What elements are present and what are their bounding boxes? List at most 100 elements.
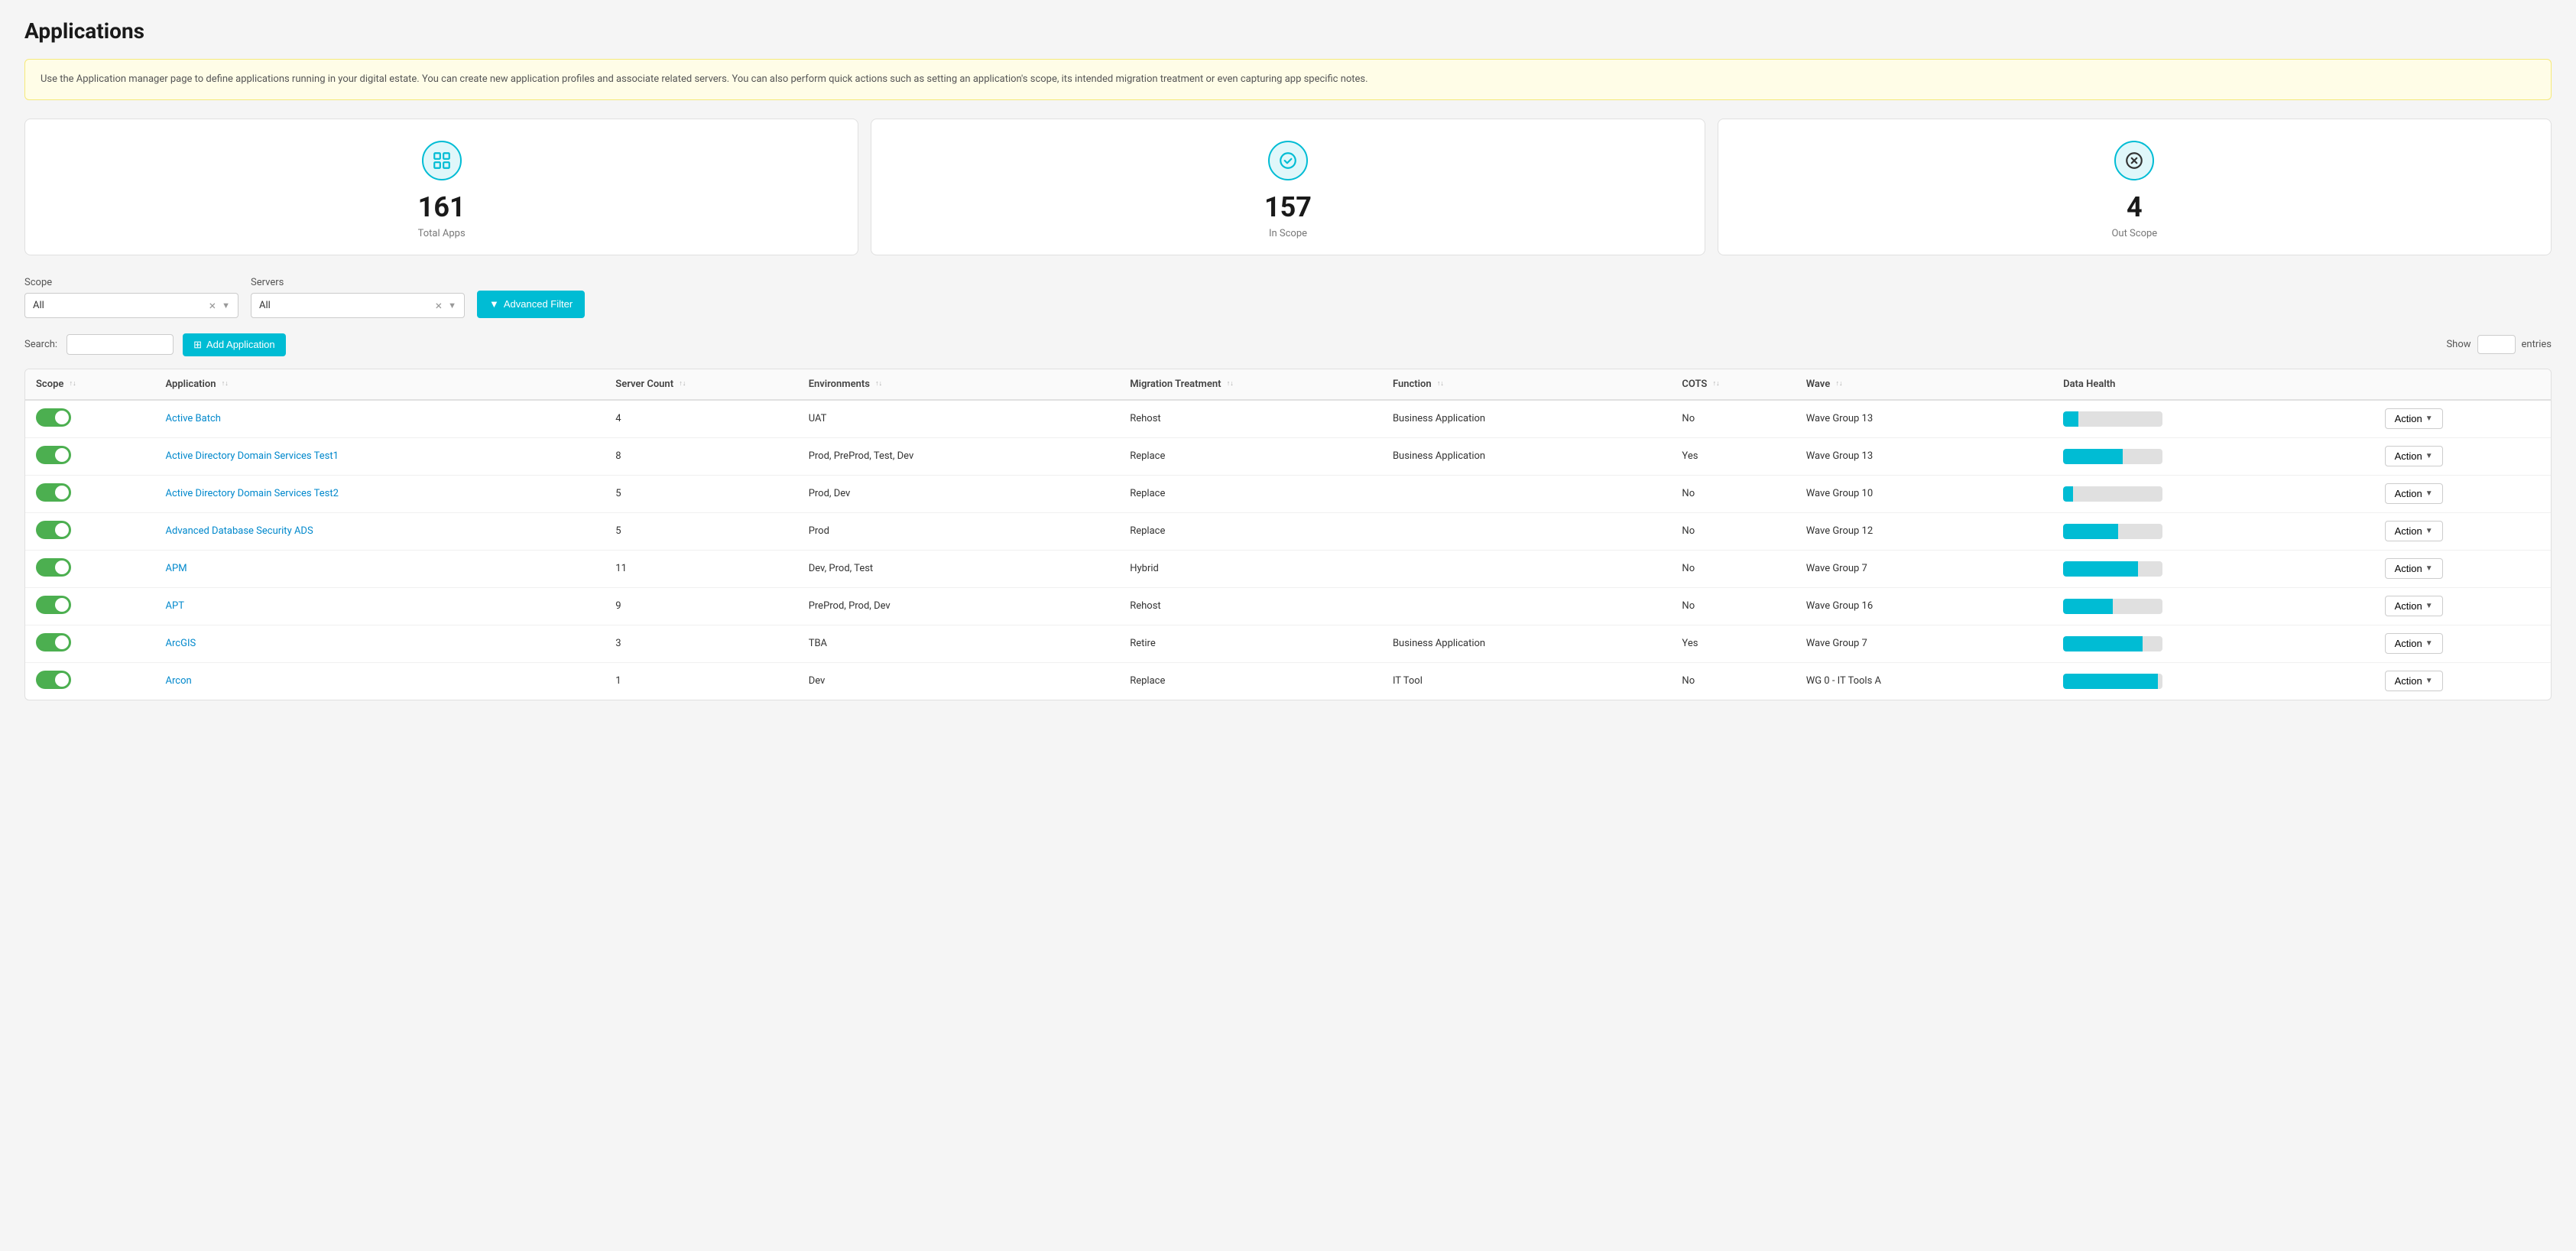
- scope-toggle-3[interactable]: [36, 521, 71, 539]
- total-apps-number: 161: [418, 191, 466, 223]
- inscope-label: In Scope: [1269, 228, 1307, 239]
- application-link-7[interactable]: Arcon: [166, 675, 192, 687]
- application-link-3[interactable]: Advanced Database Security ADS: [166, 525, 313, 537]
- filters-row: Scope All × ▼ Servers All × ▼ ▼ Advanced…: [24, 277, 2552, 318]
- cell-function-1: Business Application: [1382, 437, 1671, 475]
- action-button-label-5: Action: [2395, 600, 2422, 612]
- action-button-label-1: Action: [2395, 450, 2422, 462]
- servers-filter-clear[interactable]: ×: [436, 298, 443, 313]
- add-app-label: Add Application: [206, 339, 275, 350]
- toolbar-left: Search: ⊞ Add Application: [24, 333, 286, 356]
- scope-toggle-7[interactable]: [36, 671, 71, 689]
- col-header-application[interactable]: Application ↑↓: [155, 369, 605, 400]
- cell-server-count-4: 11: [605, 550, 797, 587]
- col-header-migration-treatment[interactable]: Migration Treatment ↑↓: [1119, 369, 1382, 400]
- cell-scope-2: [25, 475, 155, 512]
- cell-wave-0: Wave Group 13: [1796, 400, 2052, 438]
- scope-filter-clear[interactable]: ×: [209, 298, 216, 313]
- add-application-button[interactable]: ⊞ Add Application: [183, 333, 286, 356]
- page-title: Applications: [24, 18, 2552, 44]
- col-header-server-count[interactable]: Server Count ↑↓: [605, 369, 797, 400]
- health-bar-6: [2063, 636, 2162, 651]
- cell-data-health-5: [2052, 587, 2374, 625]
- application-link-2[interactable]: Active Directory Domain Services Test2: [166, 488, 339, 499]
- action-button-5[interactable]: Action▼: [2385, 596, 2443, 616]
- scope-filter-value: All: [33, 300, 203, 311]
- application-link-5[interactable]: APT: [166, 600, 184, 612]
- cell-action-7: Action▼: [2374, 662, 2551, 700]
- sort-icon-function: ↑↓: [1437, 381, 1444, 388]
- scope-toggle-4[interactable]: [36, 558, 71, 577]
- col-header-environments[interactable]: Environments ↑↓: [798, 369, 1120, 400]
- cell-server-count-0: 4: [605, 400, 797, 438]
- action-dropdown-arrow-4: ▼: [2425, 564, 2433, 573]
- servers-filter-select[interactable]: All × ▼: [251, 293, 465, 318]
- search-input[interactable]: [67, 334, 174, 355]
- cell-scope-1: [25, 437, 155, 475]
- cell-application-3: Advanced Database Security ADS: [155, 512, 605, 550]
- col-header-action: [2374, 369, 2551, 400]
- show-label: Show: [2446, 339, 2471, 350]
- stat-card-inscope: 157 In Scope: [871, 119, 1705, 255]
- action-dropdown-arrow-1: ▼: [2425, 452, 2433, 460]
- action-button-7[interactable]: Action▼: [2385, 671, 2443, 691]
- inscope-number: 157: [1264, 191, 1312, 223]
- cell-cots-3: No: [1671, 512, 1795, 550]
- outscope-label: Out Scope: [2111, 228, 2157, 239]
- application-link-1[interactable]: Active Directory Domain Services Test1: [166, 450, 339, 462]
- health-bar-5: [2063, 599, 2162, 614]
- cell-application-5: APT: [155, 587, 605, 625]
- application-link-0[interactable]: Active Batch: [166, 413, 221, 424]
- cell-wave-2: Wave Group 10: [1796, 475, 2052, 512]
- show-entries-input[interactable]: 20: [2477, 335, 2516, 354]
- advanced-filter-button[interactable]: ▼ Advanced Filter: [477, 291, 585, 318]
- application-link-6[interactable]: ArcGIS: [166, 638, 196, 649]
- action-button-0[interactable]: Action▼: [2385, 408, 2443, 429]
- total-apps-label: Total Apps: [418, 228, 466, 239]
- toggle-knob-2: [55, 486, 69, 499]
- cell-environments-5: PreProd, Prod, Dev: [798, 587, 1120, 625]
- action-button-1[interactable]: Action▼: [2385, 446, 2443, 466]
- cell-data-health-7: [2052, 662, 2374, 700]
- servers-filter-group: Servers All × ▼: [251, 277, 465, 318]
- col-header-scope[interactable]: Scope ↑↓: [25, 369, 155, 400]
- table-row: Active Directory Domain Services Test25P…: [25, 475, 2551, 512]
- cell-migration-treatment-5: Rehost: [1119, 587, 1382, 625]
- cell-server-count-3: 5: [605, 512, 797, 550]
- application-link-4[interactable]: APM: [166, 563, 187, 574]
- action-dropdown-arrow-3: ▼: [2425, 527, 2433, 535]
- cell-cots-6: Yes: [1671, 625, 1795, 662]
- action-button-2[interactable]: Action▼: [2385, 483, 2443, 504]
- col-header-function[interactable]: Function ↑↓: [1382, 369, 1671, 400]
- grid-icon: [422, 141, 462, 180]
- cell-migration-treatment-1: Replace: [1119, 437, 1382, 475]
- health-bar-4: [2063, 561, 2162, 577]
- scope-toggle-5[interactable]: [36, 596, 71, 614]
- action-button-3[interactable]: Action▼: [2385, 521, 2443, 541]
- cell-application-7: Arcon: [155, 662, 605, 700]
- scope-toggle-6[interactable]: [36, 633, 71, 651]
- scope-toggle-0[interactable]: [36, 408, 71, 427]
- stat-card-total: 161 Total Apps: [24, 119, 858, 255]
- toolbar-right: Show 20 entries: [2446, 335, 2552, 354]
- toolbar: Search: ⊞ Add Application Show 20 entrie…: [24, 333, 2552, 356]
- scope-filter-select[interactable]: All × ▼: [24, 293, 238, 318]
- scope-toggle-1[interactable]: [36, 446, 71, 464]
- cell-cots-0: No: [1671, 400, 1795, 438]
- filter-icon: ▼: [489, 298, 499, 310]
- toggle-knob-5: [55, 598, 69, 612]
- cell-wave-5: Wave Group 16: [1796, 587, 2052, 625]
- cell-function-6: Business Application: [1382, 625, 1671, 662]
- cell-action-6: Action▼: [2374, 625, 2551, 662]
- cell-action-3: Action▼: [2374, 512, 2551, 550]
- table-row: APT9PreProd, Prod, DevRehostNoWave Group…: [25, 587, 2551, 625]
- action-button-6[interactable]: Action▼: [2385, 633, 2443, 654]
- col-header-cots[interactable]: COTS ↑↓: [1671, 369, 1795, 400]
- cell-function-5: [1382, 587, 1671, 625]
- health-bar-1: [2063, 449, 2162, 464]
- action-button-4[interactable]: Action▼: [2385, 558, 2443, 579]
- scope-toggle-2[interactable]: [36, 483, 71, 502]
- toggle-knob-1: [55, 448, 69, 462]
- servers-filter-label: Servers: [251, 277, 465, 288]
- col-header-wave[interactable]: Wave ↑↓: [1796, 369, 2052, 400]
